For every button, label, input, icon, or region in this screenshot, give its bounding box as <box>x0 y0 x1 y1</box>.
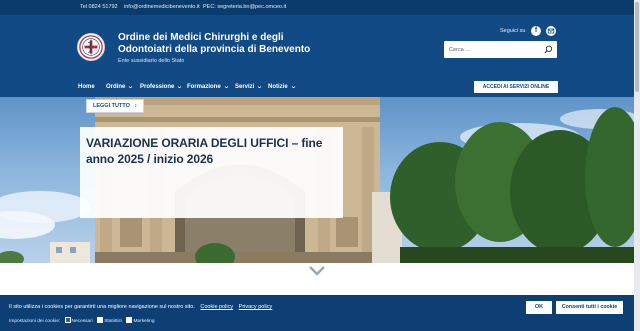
search-box <box>444 41 557 58</box>
chevron-down-icon: ⌄ <box>176 84 184 90</box>
mail-icon[interactable] <box>546 26 556 36</box>
social-label: Seguici su <box>500 28 526 34</box>
marketing-label: Marketing <box>133 319 155 324</box>
nav-item-servizi[interactable]: Servizi ⌄ <box>235 77 264 97</box>
nav-item-label: Home <box>78 84 95 90</box>
marketing-checkbox[interactable] <box>126 317 133 323</box>
nav-item-label: Servizi <box>235 84 255 90</box>
nav-item-notizie[interactable]: Notizie ⌄ <box>268 77 296 97</box>
statistics-checkbox[interactable] <box>97 317 104 323</box>
cookie-preferences: Impostazioni dei cookie: Necessari Stati… <box>9 317 155 324</box>
site-subtitle: Ente sussidiario dello Stato <box>118 58 185 64</box>
nav-item-label: Notizie <box>268 84 288 90</box>
necessary-label: Necessari <box>71 319 93 324</box>
cookie-message: Il sito utilizza i cookies per garantirt… <box>9 304 272 310</box>
chevron-down-icon: ⌄ <box>222 84 230 90</box>
read-more-label: LEGGI TUTTO <box>93 103 130 109</box>
phone-link[interactable]: Tel 0824 51792 <box>80 0 118 15</box>
statistics-label: Statistici <box>104 319 123 324</box>
online-services-button[interactable]: ACCEDI AI SERVIZI ONLINE <box>474 81 558 93</box>
chevron-right-icon: › <box>134 103 137 109</box>
chevron-down-icon: ⌄ <box>256 84 264 90</box>
nav-item-label: Professione <box>140 84 175 90</box>
site-title[interactable]: Ordine dei Medici Chirurghi e degli Odon… <box>118 32 338 56</box>
nav-item-label: Formazione <box>187 84 221 90</box>
hero-card: VARIAZIONE ORARIA DEGLI UFFICI – fine an… <box>80 127 343 218</box>
cookie-banner: Il sito utilizza i cookies per garantirt… <box>0 295 634 331</box>
search-icon[interactable] <box>544 45 553 54</box>
search-input[interactable] <box>449 41 539 58</box>
nav-item-professione[interactable]: Professione ⌄ <box>140 77 184 97</box>
cookie-prefs-label: Impostazioni dei cookie: <box>9 319 61 324</box>
accept-all-cookies-button[interactable]: Consenti tutti i cookie <box>556 301 623 314</box>
cookie-ok-button[interactable]: OK <box>526 301 552 314</box>
read-more-button[interactable]: LEGGI TUTTO › <box>86 99 144 113</box>
pec-link[interactable]: PEC: segreteria.bn@pec.omceo.it <box>203 0 286 15</box>
chevron-down-icon: ⌄ <box>289 84 297 90</box>
nav-item-ordine[interactable]: Ordine ⌄ <box>106 77 135 97</box>
caduceus-logo-icon <box>79 35 103 59</box>
nav-item-home[interactable]: Home <box>78 77 95 97</box>
logo[interactable] <box>77 33 105 61</box>
scroll-down-chevron-icon[interactable] <box>308 265 326 277</box>
chevron-down-icon: ⌄ <box>127 84 135 90</box>
content-area <box>0 263 634 295</box>
main-navigation: Home Ordine ⌄ Professione ⌄ Formazione ⌄ Se… <box>0 77 634 97</box>
page-scrollbar[interactable] <box>634 0 640 331</box>
necessary-checkbox[interactable] <box>64 317 71 323</box>
nav-item-label: Ordine <box>106 84 126 90</box>
cookie-policy-link[interactable]: Cookie policy <box>200 304 233 310</box>
site-header: Ordine dei Medici Chirurghi e degli Odon… <box>0 15 634 77</box>
cookie-text: Il sito utilizza i cookies per garantirt… <box>9 304 195 310</box>
facebook-icon[interactable]: f <box>531 26 541 36</box>
nav-item-formazione[interactable]: Formazione ⌄ <box>187 77 229 97</box>
top-contact-bar: Tel 0824 51792 info@ordinemedicibenevent… <box>0 0 634 15</box>
hero-slider: VARIAZIONE ORARIA DEGLI UFFICI – fine an… <box>0 97 634 263</box>
scrollbar-thumb[interactable] <box>635 2 639 92</box>
hero-title[interactable]: VARIAZIONE ORARIA DEGLI UFFICI – fine an… <box>86 135 342 167</box>
email-link[interactable]: info@ordinemedicibenevento.it <box>124 0 200 15</box>
privacy-policy-link[interactable]: Privacy policy <box>239 304 273 310</box>
